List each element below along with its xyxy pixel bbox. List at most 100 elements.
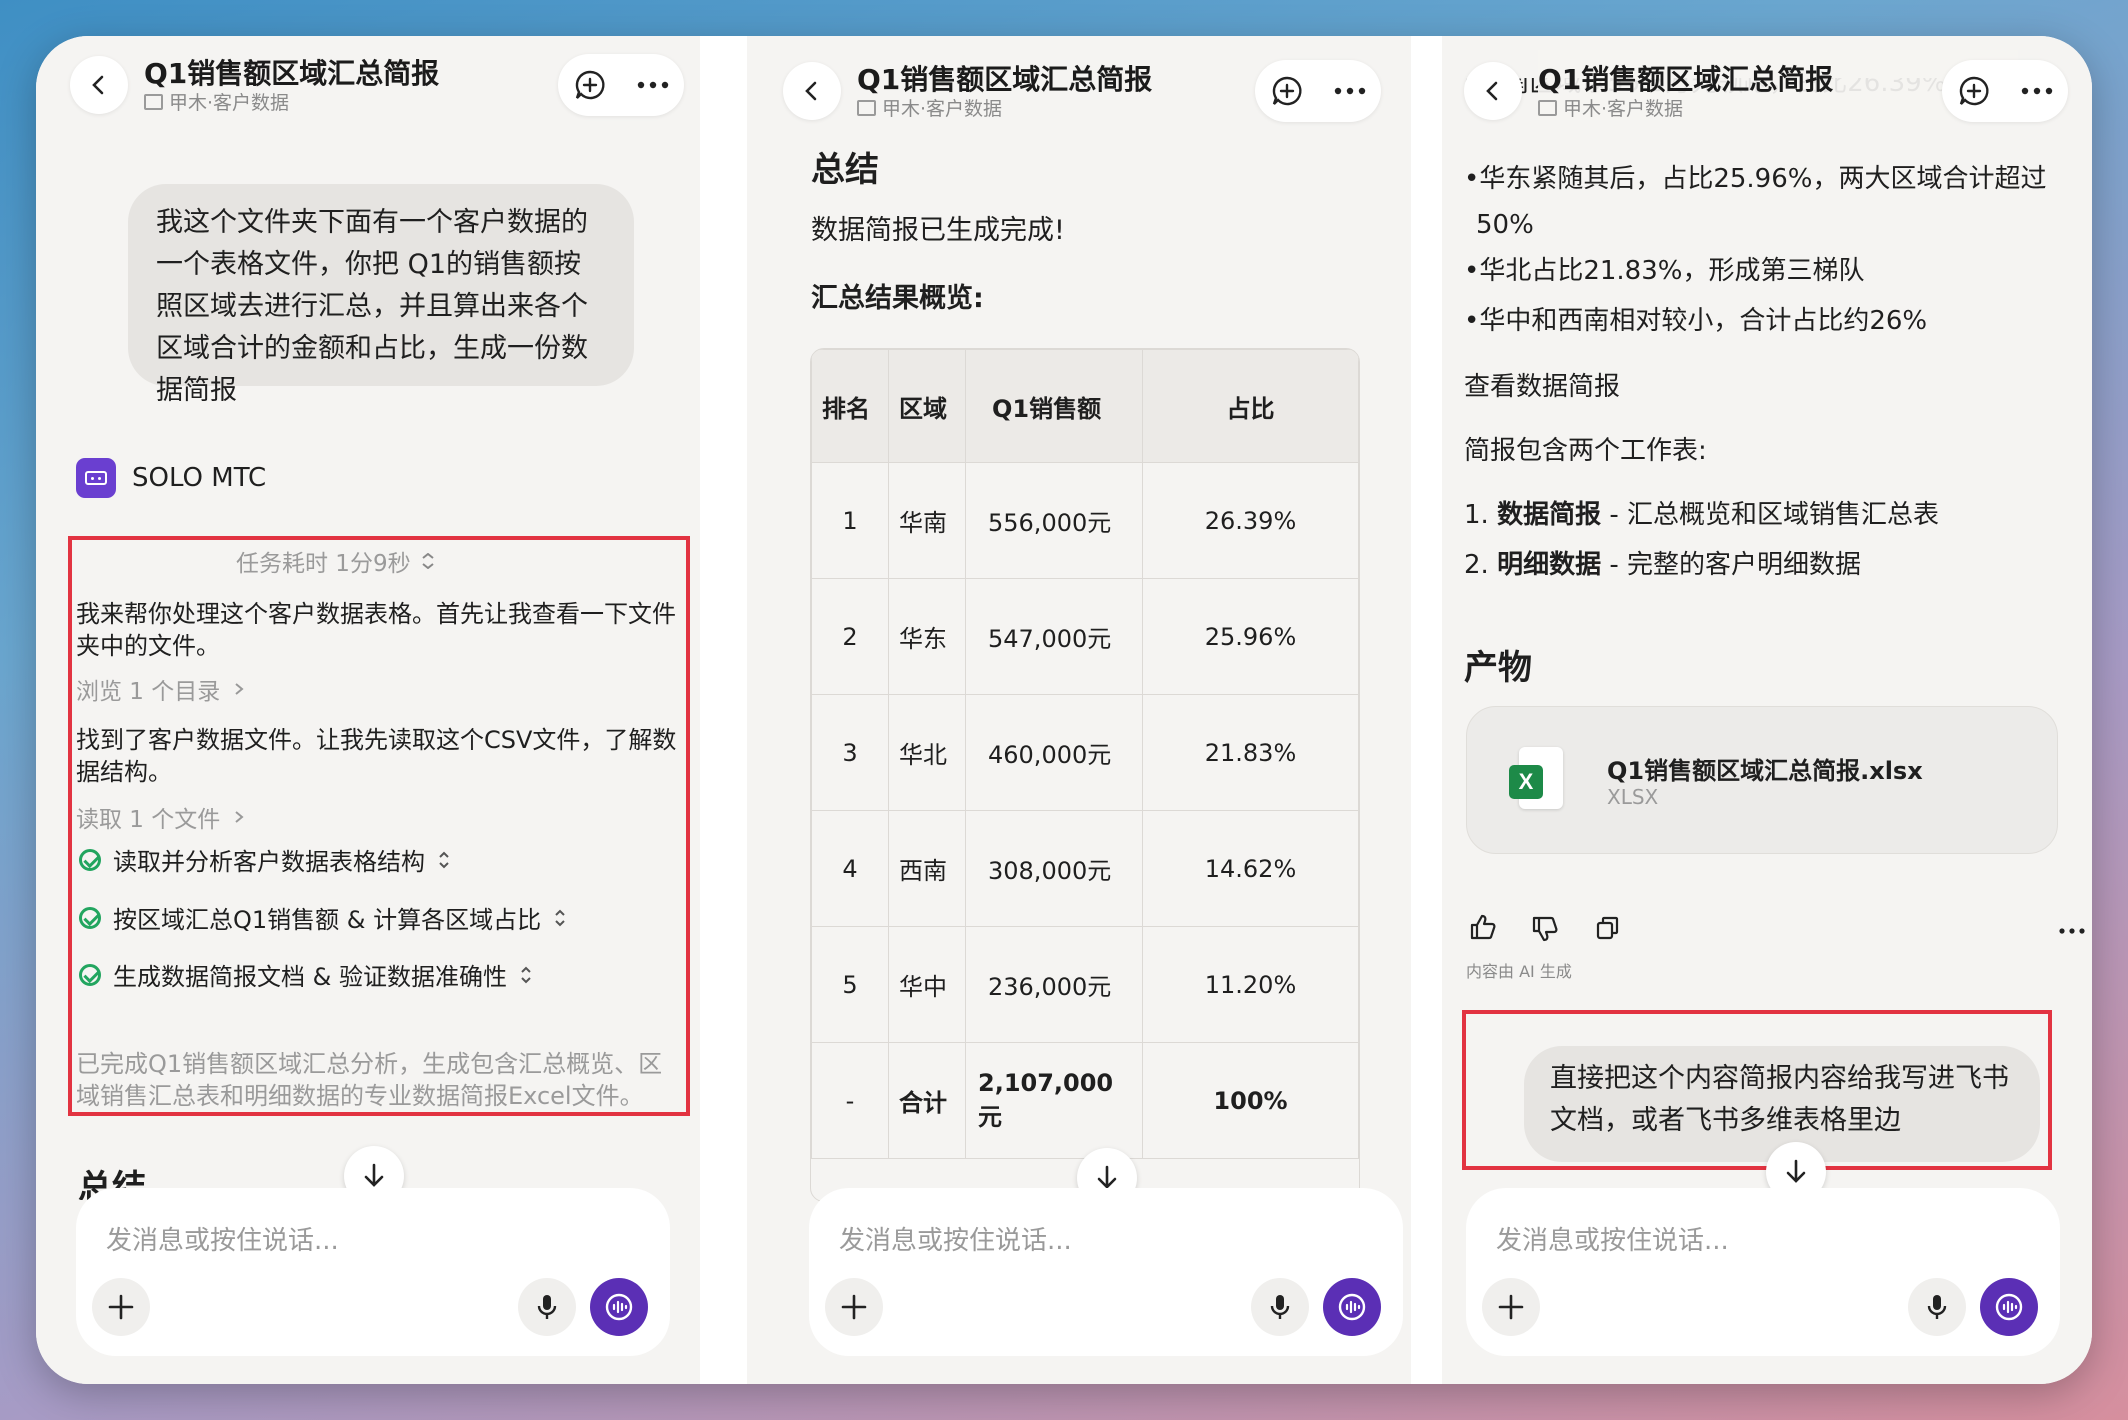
browse-directory-link[interactable]: 浏览 1 个目录: [76, 672, 244, 706]
read-file-link[interactable]: 读取 1 个文件: [76, 800, 244, 834]
new-chat-icon[interactable]: [1957, 74, 1991, 108]
back-button[interactable]: [70, 56, 128, 114]
like-button[interactable]: [1468, 912, 1498, 946]
view-report-text: 查看数据简报: [1464, 372, 1621, 402]
more-icon[interactable]: [636, 80, 670, 90]
task-step[interactable]: 生成数据简报文档 & 验证数据准确性: [79, 957, 533, 992]
message-input[interactable]: 发消息或按住说话...: [1466, 1188, 2060, 1356]
cell-rank: 4: [811, 810, 889, 927]
add-button[interactable]: [1482, 1278, 1540, 1336]
sheet-name: 数据简报: [1497, 500, 1602, 530]
chat-panel-1: Q1销售额区域汇总简报 甲木·客户数据 我这个文件夹下面有一个客户数据的一个表格…: [36, 36, 700, 1384]
cell-rank: 5: [811, 926, 889, 1043]
back-button[interactable]: [1464, 62, 1522, 120]
artifacts-heading: 产物: [1464, 648, 1532, 688]
message-input[interactable]: 发消息或按住说话...: [809, 1188, 1403, 1356]
sheet-item: 1. 数据简报 - 汇总概览和区域销售汇总表: [1464, 496, 1939, 534]
assistant-name: SOLO MTC: [132, 463, 267, 493]
read-label: 读取 1 个文件: [76, 807, 221, 833]
task-step[interactable]: 读取并分析客户数据表格结构: [79, 842, 451, 877]
table-header-row: 排名 区域 Q1销售额 占比: [811, 349, 1359, 463]
check-circle-icon: [79, 848, 101, 871]
page-title: Q1销售额区域汇总简报: [857, 63, 1153, 96]
summary-table: 排名 区域 Q1销售额 占比 1 华南 556,000元 26.39% 2 华东…: [811, 349, 1359, 1159]
sheet-desc: - 完整的客户明细数据: [1601, 550, 1862, 580]
back-button[interactable]: [783, 62, 841, 120]
table-total-row: - 合计 2,107,000元 100%: [811, 1042, 1359, 1159]
table-row: 4 西南 308,000元 14.62%: [811, 810, 1359, 927]
folder-icon: [144, 93, 163, 110]
microphone-icon: [537, 1295, 557, 1319]
solo-logo-icon: [76, 458, 116, 498]
input-placeholder: 发消息或按住说话...: [1496, 1226, 1729, 1256]
voice-chat-button[interactable]: [590, 1278, 648, 1336]
copy-button[interactable]: [1594, 914, 1622, 946]
voice-chat-button[interactable]: [1323, 1278, 1381, 1336]
chat-panel-2: Q1销售额区域汇总简报 甲木·客户数据 总结 数据简报已生成完成! 汇总结果概览…: [747, 36, 1411, 1384]
voice-wave-icon: [1995, 1293, 2023, 1321]
col-header: 区域: [888, 349, 966, 463]
file-card[interactable]: X Q1销售额区域汇总简报.xlsx XLSX: [1466, 706, 2058, 854]
voice-button[interactable]: [1251, 1278, 1309, 1336]
voice-chat-button[interactable]: [1980, 1278, 2038, 1336]
sheet-num: 2.: [1464, 550, 1489, 580]
collapse-icon: [421, 553, 434, 569]
done-message: 数据简报已生成完成!: [811, 215, 1065, 246]
new-chat-icon[interactable]: [1270, 74, 1304, 108]
bullet-item: •华北占比21.83%，形成第三梯队: [1464, 256, 1865, 286]
cell-sales: 2,107,000元: [965, 1042, 1143, 1159]
chevron-right-icon: [235, 683, 244, 695]
ai-generated-note: 内容由 AI 生成: [1466, 962, 1572, 981]
thumbs-up-icon: [1470, 914, 1496, 940]
user-message-bubble: 我这个文件夹下面有一个客户数据的一个表格文件，你把 Q1的销售额按照区域去进行汇…: [128, 184, 634, 406]
step-label: 读取并分析客户数据表格结构: [113, 848, 425, 876]
sheet-desc: - 汇总概览和区域销售汇总表: [1601, 500, 1940, 530]
voice-button[interactable]: [518, 1278, 576, 1336]
folder-path: 甲木·客户数据: [857, 94, 1002, 121]
voice-wave-icon: [605, 1293, 633, 1321]
more-actions-button[interactable]: [2058, 920, 2086, 939]
task-time: 任务耗时 1分9秒: [236, 551, 411, 577]
cell-share: 21.83%: [1142, 694, 1359, 811]
cell-sales: 460,000元: [965, 694, 1143, 811]
arrow-down-icon: [364, 1163, 384, 1187]
cell-rank: 1: [811, 462, 889, 579]
sheets-intro: 简报包含两个工作表:: [1464, 436, 1707, 466]
assistant-header: SOLO MTC: [76, 458, 266, 498]
step-label: 按区域汇总Q1销售额 & 计算各区域占比: [113, 906, 542, 934]
task-time-toggle[interactable]: 任务耗时 1分9秒: [236, 544, 435, 578]
completion-summary: 已完成Q1销售额区域汇总分析，生成包含汇总概览、区域销售汇总表和明细数据的专业数…: [76, 1050, 663, 1110]
chevron-left-icon: [805, 81, 817, 101]
thumbs-down-icon: [1532, 916, 1558, 942]
voice-wave-icon: [1338, 1293, 1366, 1321]
sheet-num: 1.: [1464, 500, 1489, 530]
add-button[interactable]: [92, 1278, 150, 1336]
folder-name: 甲木·客户数据: [169, 92, 290, 114]
more-icon[interactable]: [2020, 86, 2054, 96]
microphone-icon: [1927, 1295, 1947, 1319]
message-input[interactable]: 发消息或按住说话...: [76, 1188, 670, 1356]
task-step[interactable]: 按区域汇总Q1销售额 & 计算各区域占比: [79, 900, 567, 935]
new-chat-icon[interactable]: [573, 68, 607, 102]
dislike-button[interactable]: [1530, 914, 1560, 948]
page-title: Q1销售额区域汇总简报: [144, 57, 440, 90]
page-title: Q1销售额区域汇总简报: [1538, 63, 1834, 96]
chevron-left-icon: [92, 75, 104, 95]
plus-icon: [108, 1294, 134, 1320]
expand-icon: [521, 966, 531, 983]
cell-region: 华东: [888, 578, 966, 695]
arrow-down-icon: [1786, 1159, 1806, 1183]
file-name: Q1销售额区域汇总简报.xlsx: [1607, 757, 1923, 785]
cell-share: 100%: [1142, 1042, 1359, 1159]
cell-sales: 556,000元: [965, 462, 1143, 579]
add-button[interactable]: [825, 1278, 883, 1336]
sheet-name: 明细数据: [1497, 550, 1602, 580]
summary-heading: 总结: [811, 150, 879, 190]
header-actions: [1942, 60, 2068, 122]
voice-button[interactable]: [1908, 1278, 1966, 1336]
col-header: 占比: [1142, 349, 1359, 463]
header-actions: [1255, 60, 1381, 122]
table-row: 1 华南 556,000元 26.39%: [811, 462, 1359, 579]
more-icon[interactable]: [1333, 86, 1367, 96]
chevron-right-icon: [235, 811, 244, 823]
